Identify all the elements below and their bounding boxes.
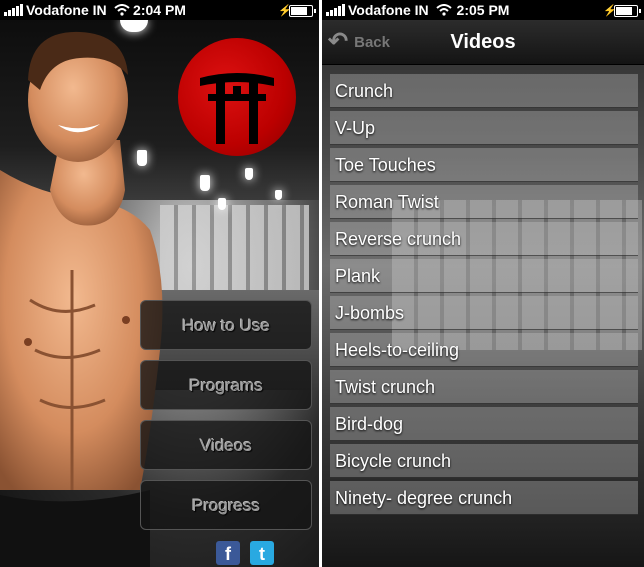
video-item-j-bombs[interactable]: J-bombs bbox=[330, 296, 638, 330]
video-item-plank[interactable]: Plank bbox=[330, 259, 638, 293]
videos-screen: Vodafone IN 2:05 PM ⚡ ↶ Back Videos Crun… bbox=[322, 0, 644, 567]
ceiling-lamp bbox=[218, 198, 226, 210]
gym-windows bbox=[160, 205, 309, 295]
video-item-ninety-degree-crunch[interactable]: Ninety- degree crunch bbox=[330, 481, 638, 515]
home-screen: Vodafone IN 2:04 PM ⚡ How to Use Program… bbox=[0, 0, 319, 567]
torii-logo bbox=[178, 38, 296, 156]
video-list: Crunch V-Up Toe Touches Roman Twist Reve… bbox=[330, 74, 638, 518]
video-item-twist-crunch[interactable]: Twist crunch bbox=[330, 370, 638, 404]
navigation-bar: ↶ Back Videos bbox=[322, 20, 644, 65]
twitter-icon[interactable]: t bbox=[250, 541, 274, 565]
video-item-reverse-crunch[interactable]: Reverse crunch bbox=[330, 222, 638, 256]
video-item-crunch[interactable]: Crunch bbox=[330, 74, 638, 108]
status-bar: Vodafone IN 2:05 PM ⚡ bbox=[322, 0, 644, 20]
ceiling-lamp bbox=[200, 175, 210, 191]
progress-button[interactable]: Progress bbox=[140, 480, 312, 530]
ceiling-lamp bbox=[275, 190, 282, 200]
status-bar: Vodafone IN 2:04 PM ⚡ bbox=[0, 0, 319, 20]
clock: 2:05 PM bbox=[456, 2, 510, 18]
video-item-v-up[interactable]: V-Up bbox=[330, 111, 638, 145]
battery-icon: ⚡ bbox=[603, 5, 641, 17]
video-item-toe-touches[interactable]: Toe Touches bbox=[330, 148, 638, 182]
how-to-use-button[interactable]: How to Use bbox=[140, 300, 312, 350]
clock: 2:04 PM bbox=[133, 2, 186, 18]
ceiling-lamp bbox=[245, 168, 253, 180]
video-item-roman-twist[interactable]: Roman Twist bbox=[330, 185, 638, 219]
facebook-icon[interactable]: f bbox=[216, 541, 240, 565]
video-item-bicycle-crunch[interactable]: Bicycle crunch bbox=[330, 444, 638, 478]
videos-button[interactable]: Videos bbox=[140, 420, 312, 470]
page-title: Videos bbox=[450, 31, 516, 53]
battery-icon: ⚡ bbox=[278, 5, 316, 17]
video-item-bird-dog[interactable]: Bird-dog bbox=[330, 407, 638, 441]
video-item-heels-to-ceiling[interactable]: Heels-to-ceiling bbox=[330, 333, 638, 367]
programs-button[interactable]: Programs bbox=[140, 360, 312, 410]
